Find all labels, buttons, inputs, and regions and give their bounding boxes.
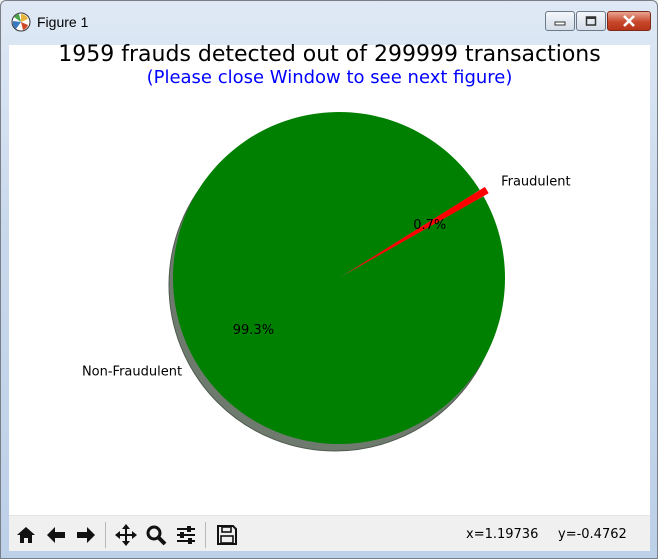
maximize-icon: [585, 16, 597, 26]
x-coordinate-readout: x=1.19736: [466, 527, 539, 542]
maximize-button[interactable]: [576, 11, 606, 31]
zoom-button[interactable]: [142, 522, 170, 548]
home-icon: [17, 527, 35, 543]
home-button[interactable]: [12, 522, 40, 548]
save-icon: [217, 525, 237, 545]
back-icon: [47, 527, 65, 543]
pan-icon: [115, 524, 137, 546]
figure-window: Figure 1 Non-Fraudulent Fraudulent 99.3%…: [0, 0, 658, 559]
pie-chart: Non-Fraudulent Fraudulent 99.3% 0.7%: [82, 112, 571, 452]
save-button[interactable]: [213, 522, 241, 548]
minimize-icon: [554, 21, 566, 26]
zoom-icon: [146, 525, 167, 546]
toolbar-separator: [105, 522, 106, 548]
y-coordinate-readout: y=-0.4762: [558, 527, 627, 542]
minimize-button[interactable]: [545, 11, 575, 31]
forward-button[interactable]: [72, 522, 100, 548]
chart-title: 1959 frauds detected out of 299999 trans…: [58, 42, 601, 67]
slice-label-non-fraudulent: Non-Fraudulent: [82, 364, 182, 379]
forward-icon: [77, 527, 95, 543]
pan-button[interactable]: [112, 522, 140, 548]
figure-canvas: Non-Fraudulent Fraudulent 99.3% 0.7% 195…: [9, 42, 650, 551]
title-bar[interactable]: Figure 1: [1, 1, 657, 45]
configure-icon: [177, 526, 195, 544]
pie-slice-non-fraudulent: [173, 112, 506, 445]
back-button[interactable]: [42, 522, 70, 548]
close-button[interactable]: [607, 11, 651, 31]
slice-pct-non-fraudulent: 99.3%: [233, 323, 274, 338]
chart-subtitle: (Please close Window to see next figure): [146, 67, 513, 88]
slice-pct-fraudulent: 0.7%: [413, 218, 446, 233]
matplotlib-icon: [11, 12, 31, 32]
close-icon: [623, 15, 635, 27]
configure-button[interactable]: [172, 522, 200, 548]
plot-area[interactable]: Non-Fraudulent Fraudulent 99.3% 0.7% 195…: [9, 42, 650, 515]
navigation-toolbar: x=1.19736 y=-0.4762: [9, 515, 650, 551]
window-title: Figure 1: [37, 14, 89, 30]
toolbar-separator: [205, 522, 206, 548]
slice-label-fraudulent: Fraudulent: [501, 175, 571, 190]
